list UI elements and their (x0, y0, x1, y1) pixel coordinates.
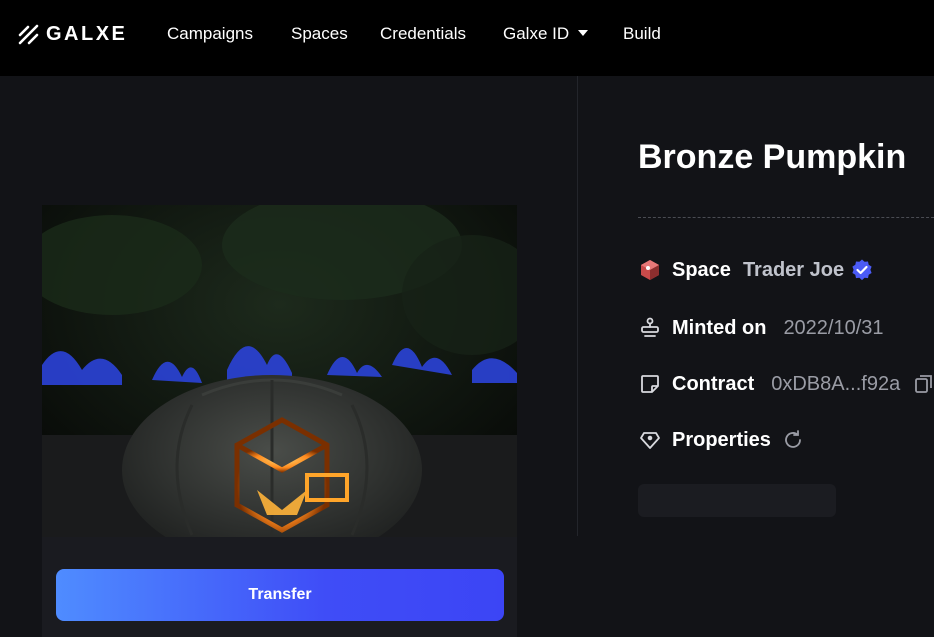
title-divider (638, 217, 934, 218)
note-icon (638, 372, 662, 396)
caret-down-icon (578, 30, 589, 36)
minted-row: Minted on 2022/10/31 (638, 316, 884, 340)
properties-label: Properties (672, 428, 771, 451)
contract-label: Contract (672, 372, 755, 395)
space-label: Space (672, 258, 731, 281)
transfer-button[interactable]: Transfer (56, 569, 504, 621)
galxe-logo-text: GALXE (46, 23, 128, 45)
verified-badge-icon (850, 258, 874, 282)
contract-address[interactable]: 0xDB8A...f92a (771, 373, 900, 396)
nav-credentials[interactable]: Credentials (380, 24, 466, 44)
galxe-logo-icon (18, 24, 40, 46)
properties-loading-skeleton (638, 484, 836, 517)
space-name-link[interactable]: Trader Joe (743, 259, 844, 282)
nft-image (42, 205, 517, 537)
contract-row: Contract 0xDB8A...f92a (638, 372, 934, 396)
tag-icon (638, 428, 662, 452)
nav-galxe-id-label: Galxe ID (503, 24, 570, 43)
properties-row: Properties (638, 428, 805, 452)
nav-galxe-id[interactable]: Galxe ID (503, 24, 589, 44)
nav-spaces[interactable]: Spaces (291, 24, 348, 44)
trader-joe-avatar-icon (638, 258, 662, 282)
refresh-icon[interactable] (781, 428, 805, 452)
minted-label: Minted on (672, 316, 767, 339)
top-navbar: GALXE Campaigns Spaces Credentials Galxe… (0, 0, 934, 76)
nav-build[interactable]: Build (623, 24, 661, 44)
galxe-logo[interactable]: GALXE (18, 23, 127, 46)
nav-campaigns[interactable]: Campaigns (167, 24, 253, 44)
minted-date: 2022/10/31 (783, 316, 884, 339)
panel-divider (577, 76, 578, 536)
stamp-icon (638, 316, 662, 340)
space-row: Space Trader Joe (638, 258, 874, 282)
copy-icon[interactable] (912, 372, 934, 396)
nft-title: Bronze Pumpkin (638, 138, 907, 176)
